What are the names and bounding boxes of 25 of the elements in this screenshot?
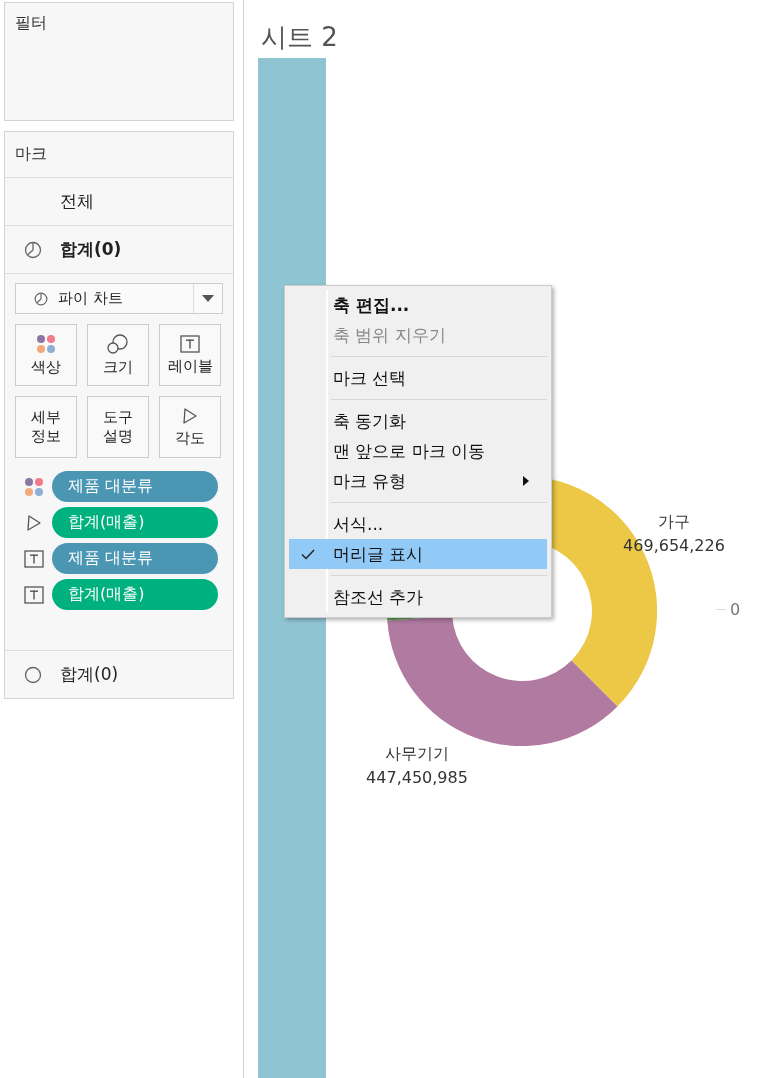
menu-item[interactable]: 축 동기화 — [289, 406, 547, 436]
mark-property-button[interactable]: 색상 — [15, 324, 77, 386]
mark-property-button[interactable]: 각도 — [159, 396, 221, 458]
menu-item[interactable]: 참조선 추가 — [289, 582, 547, 612]
marks-card-tab[interactable]: 전체 — [5, 178, 233, 226]
axis-label: 0 — [730, 600, 741, 619]
slice-label: 사무기기 — [385, 743, 449, 765]
slice-value: 447,450,985 — [366, 767, 468, 789]
mark-property-button[interactable]: 크기 — [87, 324, 149, 386]
menu-item[interactable]: 서식... — [289, 509, 547, 539]
mark-property-button[interactable]: 도구 설명 — [87, 396, 149, 458]
slice-label: 가구 — [658, 511, 690, 533]
card-title: 마크 — [15, 144, 47, 165]
menu-item[interactable]: 머리글 표시 — [289, 539, 547, 569]
menu-item[interactable]: 마크 유형 — [289, 466, 547, 496]
marks-card-tab[interactable]: 합계(0) — [5, 650, 233, 698]
sheet-title: 시트 2 — [260, 21, 339, 54]
menu-item[interactable]: 맨 앞으로 마크 이동 — [289, 436, 547, 466]
menu-item[interactable]: 축 편집... — [289, 290, 547, 320]
mark-property-button[interactable]: 세부 정보 — [15, 396, 77, 458]
mark-property-button[interactable]: 레이블 — [159, 324, 221, 386]
marks-card-tab[interactable]: 합계(0) — [5, 226, 233, 274]
card-title: 필터 — [15, 13, 47, 32]
mark-type-dropdown[interactable]: 파이 차트 — [15, 283, 223, 314]
menu-item[interactable]: 마크 선택 — [289, 363, 547, 393]
